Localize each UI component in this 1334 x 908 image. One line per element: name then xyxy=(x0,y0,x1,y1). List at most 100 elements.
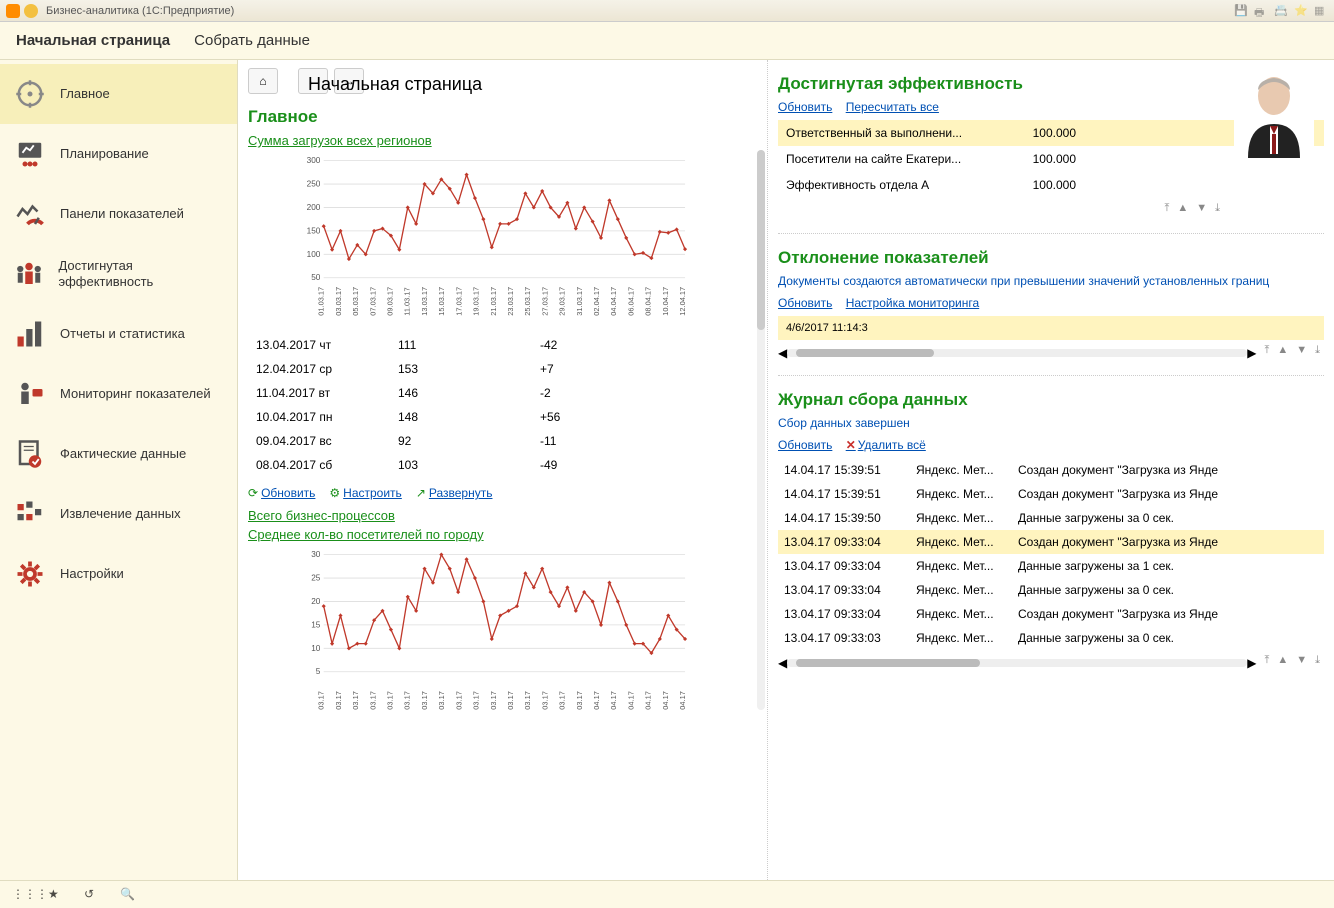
log-row[interactable]: 13.04.17 09:33:04Яндекс. Мет...Данные за… xyxy=(778,578,1324,602)
sidebar-item-main[interactable]: Главное xyxy=(0,64,237,124)
svg-text:04.17: 04.17 xyxy=(626,691,635,710)
svg-text:03.17: 03.17 xyxy=(575,691,584,710)
svg-text:23.03.17: 23.03.17 xyxy=(506,287,515,316)
svg-text:04.17: 04.17 xyxy=(592,691,601,710)
svg-text:03.17: 03.17 xyxy=(334,691,343,710)
last-icon[interactable]: ⤓ xyxy=(1315,654,1320,667)
print-icon[interactable]: 🖶 xyxy=(1254,4,1268,18)
dev-row[interactable]: 4/6/2017 11:14:3 xyxy=(778,316,1324,340)
tab-collect-data[interactable]: Собрать данные xyxy=(194,32,310,49)
up-icon[interactable]: ▲ xyxy=(1277,344,1288,357)
app-icon xyxy=(6,4,20,18)
table-row: 09.04.2017 вс92-11 xyxy=(250,430,755,452)
data-table: 13.04.2017 чт111-4212.04.2017 ср153+711.… xyxy=(248,332,757,478)
down-icon[interactable]: ▼ xyxy=(1296,654,1307,667)
svg-text:50: 50 xyxy=(311,273,321,282)
main-heading: Главное xyxy=(248,107,757,127)
eff-refresh-link[interactable]: Обновить xyxy=(778,100,832,114)
svg-text:11.03.17: 11.03.17 xyxy=(403,287,412,315)
log-subtitle: Сбор данных завершен xyxy=(778,416,1324,430)
search-icon[interactable]: 🔍 xyxy=(120,887,136,903)
svg-text:04.17: 04.17 xyxy=(644,691,653,710)
up-icon[interactable]: ▲ xyxy=(1177,202,1188,215)
statusbar: ⋮⋮⋮ ★ ↺ 🔍 xyxy=(0,880,1334,908)
people-icon xyxy=(14,258,44,290)
svg-text:03.17: 03.17 xyxy=(351,691,360,710)
window-title: Бизнес-аналитика (1С:Предприятие) xyxy=(46,5,234,17)
svg-text:02.04.17: 02.04.17 xyxy=(592,287,601,316)
expand-link[interactable]: ↗Развернуть xyxy=(416,486,493,500)
history-icon[interactable]: ↺ xyxy=(84,887,100,903)
svg-text:03.17: 03.17 xyxy=(454,691,463,710)
configure-link[interactable]: ⚙Настроить xyxy=(329,486,401,500)
h-scrollbar[interactable]: ◀▶ xyxy=(778,656,1256,670)
target-icon xyxy=(14,78,46,110)
scrollbar[interactable] xyxy=(757,150,765,710)
up-icon[interactable]: ▲ xyxy=(1277,654,1288,667)
svg-text:03.17: 03.17 xyxy=(317,691,326,710)
sidebar-item-planning[interactable]: Планирование xyxy=(0,124,237,184)
sidebar-item-actual-data[interactable]: Фактические данные xyxy=(0,424,237,484)
log-row[interactable]: 13.04.17 09:33:04Яндекс. Мет...Создан до… xyxy=(778,602,1324,626)
svg-text:100: 100 xyxy=(307,250,321,259)
eff-row[interactable]: Эффективность отдела А100.000 xyxy=(778,172,1324,198)
log-row[interactable]: 13.04.17 09:33:03Яндекс. Мет...Данные за… xyxy=(778,626,1324,650)
log-row[interactable]: 14.04.17 15:39:51Яндекс. Мет...Создан до… xyxy=(778,482,1324,506)
svg-text:04.04.17: 04.04.17 xyxy=(609,287,618,316)
table-row: 08.04.2017 сб103-49 xyxy=(250,454,755,476)
sidebar-item-settings[interactable]: Настройки xyxy=(0,544,237,604)
dev-refresh-link[interactable]: Обновить xyxy=(778,296,832,310)
first-icon[interactable]: ⤒ xyxy=(1164,202,1169,215)
first-icon[interactable]: ⤒ xyxy=(1264,654,1269,667)
star-icon[interactable]: ⭐ xyxy=(1294,4,1308,18)
bp-total-link[interactable]: Всего бизнес-процессов xyxy=(248,508,757,523)
gear-small-icon: ⚙ xyxy=(329,486,340,500)
down-icon[interactable]: ▼ xyxy=(1296,344,1307,357)
save-icon[interactable]: 💾 xyxy=(1234,4,1248,18)
sidebar-item-extract[interactable]: Извлечение данных xyxy=(0,484,237,544)
sidebar-item-monitoring[interactable]: Мониторинг показателей xyxy=(0,364,237,424)
home-button[interactable]: ⌂ xyxy=(248,68,278,94)
svg-text:19.03.17: 19.03.17 xyxy=(472,287,481,316)
svg-text:03.17: 03.17 xyxy=(472,691,481,710)
refresh-link[interactable]: ⟳Обновить xyxy=(248,486,315,500)
down-icon[interactable]: ▼ xyxy=(1196,202,1207,215)
log-row[interactable]: 13.04.17 09:33:04Яндекс. Мет...Создан до… xyxy=(778,530,1324,554)
last-icon[interactable]: ⤓ xyxy=(1215,202,1220,215)
sidebar-item-dashboards[interactable]: Панели показателей xyxy=(0,184,237,244)
svg-text:01.03.17: 01.03.17 xyxy=(317,287,326,316)
svg-text:09.03.17: 09.03.17 xyxy=(386,287,395,316)
first-icon[interactable]: ⤒ xyxy=(1264,344,1269,357)
dropdown-icon[interactable] xyxy=(24,4,38,18)
apps-icon[interactable]: ⋮⋮⋮ xyxy=(12,887,28,903)
sidebar-item-efficiency[interactable]: Достигнутая эффективность xyxy=(0,244,237,304)
svg-text:04.17: 04.17 xyxy=(661,691,670,710)
sidebar-item-label: Отчеты и статистика xyxy=(60,326,185,342)
table-row: 13.04.2017 чт111-42 xyxy=(250,334,755,356)
eff-recalc-link[interactable]: Пересчитать все xyxy=(846,100,939,114)
log-row[interactable]: 14.04.17 15:39:50Яндекс. Мет...Данные за… xyxy=(778,506,1324,530)
favorite-icon[interactable]: ★ xyxy=(48,887,64,903)
sidebar-item-label: Мониторинг показателей xyxy=(60,386,211,402)
h-scrollbar[interactable]: ◀▶ xyxy=(778,346,1256,360)
sidebar-item-reports[interactable]: Отчеты и статистика xyxy=(0,304,237,364)
log-delete-all-link[interactable]: ✕Удалить всё xyxy=(846,438,926,452)
chart2-title-link[interactable]: Среднее кол-во посетителей по городу xyxy=(248,527,757,542)
refresh-icon: ⟳ xyxy=(248,486,258,500)
log-refresh-link[interactable]: Обновить xyxy=(778,438,832,452)
sidebar-item-label: Достигнутая эффективность xyxy=(58,258,223,289)
chart1-title-link[interactable]: Сумма загрузок всех регионов xyxy=(248,133,757,148)
svg-text:06.04.17: 06.04.17 xyxy=(626,287,635,316)
grid-icon[interactable]: ▦ xyxy=(1314,4,1328,18)
dev-setup-link[interactable]: Настройка мониторинга xyxy=(846,296,980,310)
log-row[interactable]: 14.04.17 15:39:51Яндекс. Мет...Создан до… xyxy=(778,458,1324,482)
svg-text:03.17: 03.17 xyxy=(506,691,515,710)
svg-text:20: 20 xyxy=(311,597,321,606)
log-heading: Журнал сбора данных xyxy=(778,390,1324,410)
calc-icon[interactable]: 📇 xyxy=(1274,4,1288,18)
x-icon: ✕ xyxy=(846,438,856,452)
log-row[interactable]: 13.04.17 09:33:04Яндекс. Мет...Данные за… xyxy=(778,554,1324,578)
last-icon[interactable]: ⤓ xyxy=(1315,344,1320,357)
table-row: 10.04.2017 пн148+56 xyxy=(250,406,755,428)
tab-start-page[interactable]: Начальная страница xyxy=(16,32,170,49)
